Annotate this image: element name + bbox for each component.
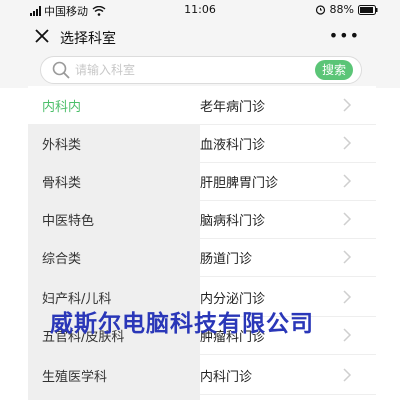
- battery-icon: [358, 4, 378, 15]
- title-bar: 选择科室 •••: [0, 20, 400, 56]
- chevron-right-icon: [343, 290, 352, 304]
- chevron-right-icon: [343, 368, 352, 382]
- chevron-right-icon: [343, 250, 352, 264]
- clinic-item[interactable]: 老年病门诊: [200, 86, 376, 125]
- status-bar: 中国移动 11:06 88%: [0, 0, 400, 20]
- search-input[interactable]: [75, 61, 295, 79]
- search-icon: [52, 61, 70, 79]
- category-label: 生殖医学科: [42, 370, 108, 385]
- clinic-label: 老年病门诊: [200, 100, 266, 115]
- clinic-label: 肠道门诊: [200, 252, 253, 267]
- category-item[interactable]: 生殖医学科: [28, 356, 200, 394]
- clinic-list: 老年病门诊 血液科门诊 肝胆脾胃门诊 脑病科门诊 肠道门诊 内分泌门诊 肿瘤科门…: [200, 86, 376, 400]
- search-box: 搜索: [40, 56, 362, 84]
- clinic-label: 内科门诊: [200, 370, 253, 385]
- category-item[interactable]: 内科内: [28, 86, 200, 124]
- clinic-item[interactable]: 肝胆脾胃门诊: [200, 162, 376, 201]
- category-item[interactable]: 综合类: [28, 238, 200, 276]
- clinic-label: 血液科门诊: [200, 138, 266, 153]
- page-title: 选择科室: [60, 31, 116, 47]
- status-right: 88%: [315, 3, 378, 16]
- chevron-right-icon: [343, 136, 352, 150]
- category-item[interactable]: 外科类: [28, 124, 200, 162]
- category-label: 综合类: [42, 252, 82, 267]
- more-menu-icon[interactable]: •••: [329, 26, 360, 45]
- clinic-item[interactable]: 血液科门诊: [200, 124, 376, 163]
- category-label: 内科内: [42, 100, 82, 115]
- category-item[interactable]: 骨科类: [28, 162, 200, 200]
- chevron-right-icon: [343, 212, 352, 226]
- search-button[interactable]: 搜索: [315, 60, 353, 80]
- category-label: 中医特色: [42, 214, 95, 229]
- search-bar: 搜索: [0, 56, 400, 88]
- close-icon[interactable]: [34, 28, 50, 44]
- chevron-right-icon: [343, 98, 352, 112]
- clinic-label: 肝胆脾胃门诊: [200, 176, 279, 191]
- category-label: 外科类: [42, 138, 82, 153]
- category-label: 骨科类: [42, 176, 82, 191]
- company-watermark: 威斯尔电脑科技有限公司: [50, 311, 314, 337]
- chevron-right-icon: [343, 328, 352, 342]
- category-item[interactable]: 中医特色: [28, 200, 200, 238]
- clinic-item[interactable]: 肠道门诊: [200, 238, 376, 277]
- category-list: 内科内 外科类 骨科类 中医特色 综合类 妇产科/儿科 五官科/皮肤科 生殖医学…: [28, 86, 200, 400]
- chevron-right-icon: [343, 174, 352, 188]
- clinic-item[interactable]: 内科门诊: [200, 356, 376, 395]
- alarm-icon: [315, 5, 325, 15]
- clinic-item[interactable]: 脑病科门诊: [200, 200, 376, 239]
- clinic-label: 脑病科门诊: [200, 214, 266, 229]
- battery-percent: 88%: [329, 3, 354, 16]
